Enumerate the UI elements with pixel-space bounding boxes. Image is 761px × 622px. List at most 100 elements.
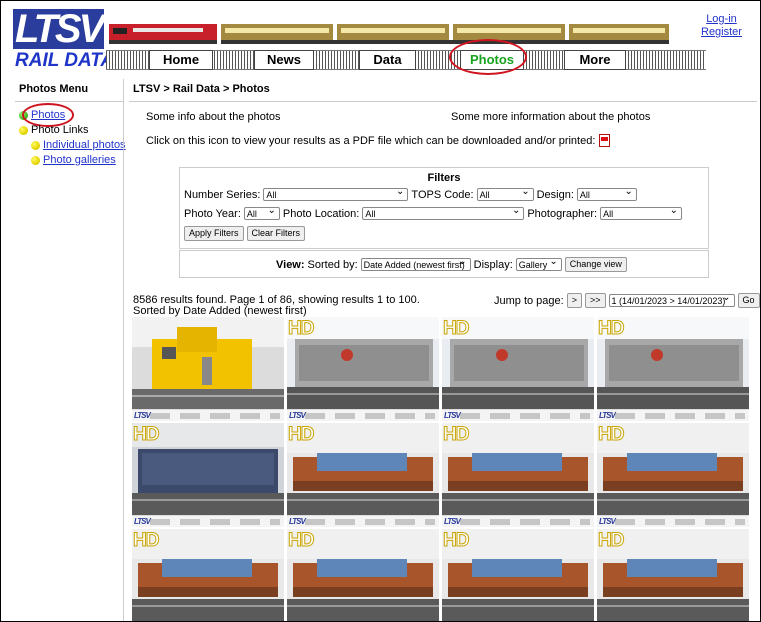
photographer-select[interactable]: All	[600, 204, 683, 220]
photo-caption: LTSV	[287, 409, 439, 421]
rail-data-logo[interactable]: RAIL DATA	[15, 50, 114, 72]
design-select[interactable]: All	[576, 185, 637, 201]
caption-text	[150, 413, 280, 419]
pdf-icon[interactable]	[599, 134, 611, 147]
number-series-label: Number Series:	[184, 188, 261, 201]
caption-text	[460, 519, 590, 525]
filters-panel: Filters Number Series: All TOPS Code: Al…	[179, 167, 709, 249]
tops-code-select[interactable]: All	[476, 185, 534, 201]
filters-row-1: Number Series: All TOPS Code: All Design…	[184, 185, 637, 201]
ltsv-logo[interactable]: LTSV	[13, 9, 105, 49]
account-links: Log-in Register	[701, 13, 742, 39]
yellow-bullet-icon	[31, 140, 40, 150]
sidebar-item-label: Photo Links	[31, 124, 89, 136]
photo-location-label: Photo Location:	[282, 207, 360, 220]
caption-text	[615, 519, 745, 525]
filters-title: Filters	[427, 172, 461, 184]
photo-year-select[interactable]: All	[243, 204, 280, 220]
sidebar-item-label[interactable]: Individual photos	[43, 139, 126, 151]
view-label: View:	[276, 258, 305, 271]
sidebar-item-photo-galleries[interactable]: Photo galleries	[31, 154, 116, 166]
hd-badge: HD	[442, 424, 469, 446]
sidebar-item-individual-photos[interactable]: Individual photos	[31, 139, 126, 151]
info-text-left: Some info about the photos	[146, 111, 281, 123]
nav-home[interactable]: Home	[149, 50, 213, 70]
gallery-thumbnail[interactable]: HD LTSV	[597, 317, 749, 421]
photo-caption: LTSV	[132, 409, 284, 421]
site-header: LTSV RAIL DATA Home News Data Photos Mor…	[1, 1, 760, 79]
photo-caption: LTSV	[442, 409, 594, 421]
gallery-thumbnail[interactable]: HDLTSV	[287, 317, 439, 421]
caption-logo: LTSV	[134, 411, 151, 420]
number-series-select[interactable]: All	[263, 185, 409, 201]
gallery-thumbnail[interactable]: HD LTSV	[132, 423, 284, 527]
photo-caption: LTSV	[132, 515, 284, 527]
gallery-thumbnail[interactable]: HDLTSV	[287, 529, 439, 621]
photographer-label: Photographer:	[527, 207, 598, 220]
hd-badge: HD	[597, 530, 624, 552]
filters-buttons: Apply Filters Clear Filters	[184, 226, 306, 241]
sorted-by-label: Sorted by:	[307, 258, 358, 271]
hd-badge: HD	[132, 530, 159, 552]
caption-logo: LTSV	[444, 517, 461, 526]
next-page-button[interactable]: >	[566, 293, 582, 308]
photo-location-select[interactable]: All	[362, 204, 525, 220]
apply-filters-button[interactable]: Apply Filters	[184, 226, 244, 241]
photo-year-label: Photo Year:	[184, 207, 241, 220]
hd-badge: HD	[442, 530, 469, 552]
gallery-thumbnail[interactable]: HD LTSV	[442, 317, 594, 421]
photo-caption: LTSV	[287, 515, 439, 527]
hd-badge: HD	[132, 424, 159, 446]
rail-photo-image	[132, 317, 284, 409]
clear-filters-button[interactable]: Clear Filters	[246, 226, 306, 241]
yellow-bullet-icon	[31, 155, 40, 165]
page-select[interactable]: 1 (14/01/2023 > 14/01/2023)	[608, 291, 735, 307]
page-frame: LTSV RAIL DATA Home News Data Photos Mor…	[0, 0, 761, 622]
display-select[interactable]: Gallery	[515, 255, 562, 271]
caption-text	[460, 413, 590, 419]
nav-photos-highlight-circle	[449, 39, 527, 75]
design-label: Design:	[536, 188, 574, 201]
nav-more[interactable]: More	[564, 50, 626, 70]
gallery-thumbnail[interactable]: HDLTSV	[442, 529, 594, 621]
photo-caption: LTSV	[597, 515, 749, 527]
go-button[interactable]: Go	[737, 293, 760, 308]
nav-data[interactable]: Data	[359, 50, 416, 70]
last-page-button[interactable]: >>	[584, 293, 606, 308]
hd-badge: HD	[287, 424, 314, 446]
photo-caption: LTSV	[597, 409, 749, 421]
hd-badge: HD	[442, 318, 469, 340]
caption-text	[305, 519, 435, 525]
caption-logo: LTSV	[289, 517, 306, 526]
caption-logo: LTSV	[599, 411, 616, 420]
jump-to-page-label: Jump to page:	[494, 294, 564, 307]
nav-news[interactable]: News	[254, 50, 314, 70]
change-view-button[interactable]: Change view	[564, 257, 627, 272]
train-banner-image	[109, 24, 669, 44]
main-divider	[129, 101, 757, 102]
gallery-thumbnail[interactable]: HD LTSV	[287, 423, 439, 527]
register-link[interactable]: Register	[701, 26, 742, 39]
pdf-instructions: Click on this icon to view your results …	[146, 134, 611, 147]
caption-logo: LTSV	[599, 517, 616, 526]
caption-text	[150, 519, 280, 525]
hd-badge: HD	[597, 318, 624, 340]
hd-badge: HD	[597, 424, 624, 446]
view-row: View: Sorted by: Date Added (newest firs…	[276, 255, 627, 272]
sidebar-item-label[interactable]: Photo galleries	[43, 154, 116, 166]
login-link[interactable]: Log-in	[701, 13, 742, 26]
caption-logo: LTSV	[444, 411, 461, 420]
tops-code-label: TOPS Code:	[411, 188, 474, 201]
sidebar-title: Photos Menu	[19, 83, 89, 95]
caption-logo: LTSV	[289, 411, 306, 420]
sidebar-divider	[15, 101, 123, 102]
filters-row-2: Photo Year: All Photo Location: All Phot…	[184, 204, 683, 220]
gallery-thumbnail[interactable]: HDLTSV	[597, 529, 749, 621]
pdf-text: Click on this icon to view your results …	[146, 134, 596, 147]
gallery-thumbnail[interactable]: HD LTSV	[442, 423, 594, 527]
gallery-thumbnail[interactable]: LTSV	[132, 317, 284, 421]
sort-select[interactable]: Date Added (newest first)	[360, 255, 471, 271]
gallery-thumbnail[interactable]: HDLTSV	[132, 529, 284, 621]
view-panel: View: Sorted by: Date Added (newest firs…	[179, 250, 709, 278]
gallery-thumbnail[interactable]: HD LTSV	[597, 423, 749, 527]
